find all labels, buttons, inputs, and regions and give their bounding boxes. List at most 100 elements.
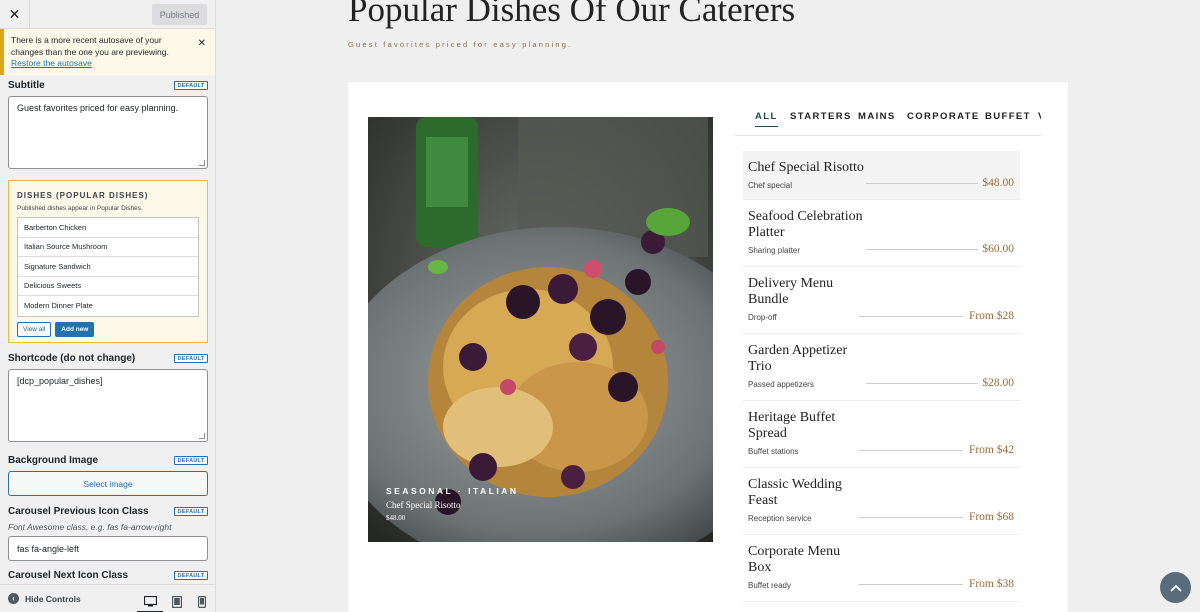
- menu-item[interactable]: Heritage Buffet Spread Buffet stations F…: [743, 401, 1020, 468]
- carousel-next-default-button[interactable]: DEFAULT: [174, 571, 208, 580]
- carousel-prev-value: fas fa-angle-left: [17, 543, 80, 554]
- menu-item-price: $60.00: [982, 243, 1014, 255]
- dish-item[interactable]: Modern Dinner Plate: [18, 296, 198, 316]
- dishes-title: DISHES (POPULAR DISHES): [17, 191, 149, 200]
- desktop-icon: [143, 595, 157, 606]
- shortcode-value: [dcp_popular_dishes]: [17, 376, 103, 386]
- menu-item-name: Classic Wedding Feast: [748, 477, 842, 508]
- menu-item[interactable]: Garden Appetizer Trio Passed appetizers …: [743, 334, 1020, 401]
- hide-controls-button[interactable]: ‹ Hide Controls: [8, 593, 81, 604]
- menu-item-note: Chef special: [748, 181, 793, 190]
- menu-item-name: Seafood Celebration Platter: [748, 209, 863, 240]
- menu-item-name: Chef Special Risotto: [748, 160, 864, 175]
- price-leader: [859, 517, 963, 518]
- mobile-preview-button[interactable]: [189, 591, 215, 612]
- select-image-button[interactable]: Select image: [8, 471, 208, 496]
- menu-item-note: Buffet ready: [748, 581, 791, 590]
- hide-controls-label: Hide Controls: [25, 593, 81, 604]
- subtitle-label: Subtitle: [8, 80, 45, 91]
- menu-item-price: $28.00: [982, 377, 1014, 389]
- tab-buffet[interactable]: BUFFET: [985, 111, 1031, 126]
- subtitle-value: Guest favorites priced for easy planning…: [17, 103, 179, 113]
- carousel-next-label: Carousel Next Icon Class: [8, 570, 129, 581]
- price-leader: [859, 584, 963, 585]
- menu-item-price: From $42: [968, 444, 1014, 456]
- view-all-button[interactable]: View all: [17, 321, 52, 337]
- popular-dishes-card: SEASONAL · ITALIAN Chef Special Risotto …: [348, 82, 1068, 612]
- menu-item-price: From $38: [968, 578, 1014, 590]
- dish-list: Barberton Chicken Italian Source Mushroo…: [17, 217, 199, 317]
- menu-item-name: Heritage Buffet Spread: [748, 410, 836, 441]
- chevron-up-icon: [1169, 584, 1182, 592]
- tablet-icon: [172, 596, 182, 608]
- section-subtitle: Guest favorites priced for easy planning…: [348, 40, 573, 49]
- shortcode-textarea[interactable]: [dcp_popular_dishes]: [8, 369, 208, 442]
- featured-price: $48.00: [386, 514, 406, 522]
- category-tabs: ALL STARTERS MAINS CORPORATE BUFFET V: [735, 106, 1041, 136]
- menu-item-note: Buffet stations: [748, 447, 799, 456]
- published-button[interactable]: Published: [152, 4, 207, 25]
- menu-item-name: Corporate Menu Box: [748, 544, 841, 575]
- carousel-prev-default-button[interactable]: DEFAULT: [174, 507, 208, 516]
- tab-starters[interactable]: STARTERS: [790, 111, 852, 126]
- close-icon: ✕: [8, 6, 21, 22]
- price-leader: [859, 450, 963, 451]
- menu-item-name: Delivery Menu Bundle: [748, 276, 834, 307]
- menu-list: Chef Special Risotto Chef special $48.00…: [743, 151, 1020, 602]
- resize-handle[interactable]: [199, 433, 205, 439]
- restore-autosave-link[interactable]: Restore the autosave: [11, 58, 92, 68]
- dismiss-notice-icon[interactable]: ✕: [198, 38, 206, 50]
- customizer-footer: ‹ Hide Controls: [0, 584, 215, 612]
- subtitle-textarea[interactable]: Guest favorites priced for easy planning…: [8, 96, 208, 169]
- menu-item[interactable]: Corporate Menu Box Buffet ready From $38: [743, 535, 1020, 602]
- featured-name: Chef Special Risotto: [386, 500, 461, 510]
- tab-mains[interactable]: MAINS: [858, 111, 896, 126]
- customizer-sidebar: ✕ Published There is a more recent autos…: [0, 0, 216, 612]
- section-title: Popular Dishes Of Our Caterers: [348, 0, 796, 29]
- dish-item[interactable]: Barberton Chicken: [18, 218, 198, 238]
- dish-photo-illustration: [368, 117, 713, 542]
- menu-item[interactable]: Delivery Menu Bundle Drop-off From $28: [743, 267, 1020, 334]
- background-image-label: Background Image: [8, 455, 99, 466]
- hide-controls-icon: ‹: [8, 593, 19, 604]
- shortcode-label: Shortcode (do not change): [8, 353, 136, 364]
- add-new-button[interactable]: Add new: [55, 321, 95, 337]
- resize-handle[interactable]: [199, 160, 205, 166]
- price-leader: [859, 316, 963, 317]
- carousel-prev-input[interactable]: fas fa-angle-left: [8, 536, 208, 561]
- featured-dish-photo[interactable]: SEASONAL · ITALIAN Chef Special Risotto …: [368, 117, 713, 542]
- tablet-preview-button[interactable]: [164, 591, 190, 612]
- background-default-button[interactable]: DEFAULT: [174, 456, 208, 465]
- tab-all[interactable]: ALL: [755, 111, 778, 127]
- dishes-description: Published dishes appear in Popular Dishe…: [17, 205, 143, 212]
- dish-item[interactable]: Signature Sandwich: [18, 257, 198, 277]
- menu-item-note: Reception service: [748, 514, 812, 523]
- scroll-to-top-button[interactable]: [1160, 572, 1191, 603]
- mobile-icon: [198, 596, 206, 608]
- site-preview: Popular Dishes Of Our Caterers Guest fav…: [216, 0, 1200, 612]
- desktop-preview-button[interactable]: [137, 591, 163, 612]
- subtitle-default-button[interactable]: DEFAULT: [174, 81, 208, 90]
- shortcode-default-button[interactable]: DEFAULT: [174, 354, 208, 363]
- dish-item[interactable]: Delicious Sweets: [18, 277, 198, 296]
- dishes-control: DISHES (POPULAR DISHES) Published dishes…: [8, 180, 208, 343]
- featured-tag: SEASONAL · ITALIAN: [386, 486, 519, 496]
- carousel-prev-description: Font Awesome class, e.g. fas fa-arrow-ri…: [8, 522, 172, 532]
- menu-item[interactable]: Chef Special Risotto Chef special $48.00: [743, 151, 1020, 200]
- dish-item[interactable]: Italian Source Mushroom: [18, 238, 198, 257]
- menu-item-note: Passed appetizers: [748, 380, 814, 389]
- close-customizer-button[interactable]: ✕: [0, 0, 30, 29]
- price-leader: [866, 249, 978, 250]
- customizer-header: ✕ Published: [0, 0, 215, 29]
- menu-item[interactable]: Classic Wedding Feast Reception service …: [743, 468, 1020, 535]
- autosave-notice-text: There is a more recent autosave of your …: [11, 35, 169, 57]
- menu-item-price: From $28: [968, 310, 1014, 322]
- carousel-prev-label: Carousel Previous Icon Class: [8, 506, 149, 517]
- autosave-notice: There is a more recent autosave of your …: [0, 29, 215, 75]
- menu-item-note: Drop-off: [748, 313, 777, 322]
- price-leader: [866, 183, 978, 184]
- menu-item-price: $48.00: [982, 177, 1014, 189]
- tab-overflow[interactable]: V: [1038, 111, 1041, 126]
- tab-corporate[interactable]: CORPORATE: [907, 111, 980, 126]
- menu-item[interactable]: Seafood Celebration Platter Sharing plat…: [743, 200, 1020, 267]
